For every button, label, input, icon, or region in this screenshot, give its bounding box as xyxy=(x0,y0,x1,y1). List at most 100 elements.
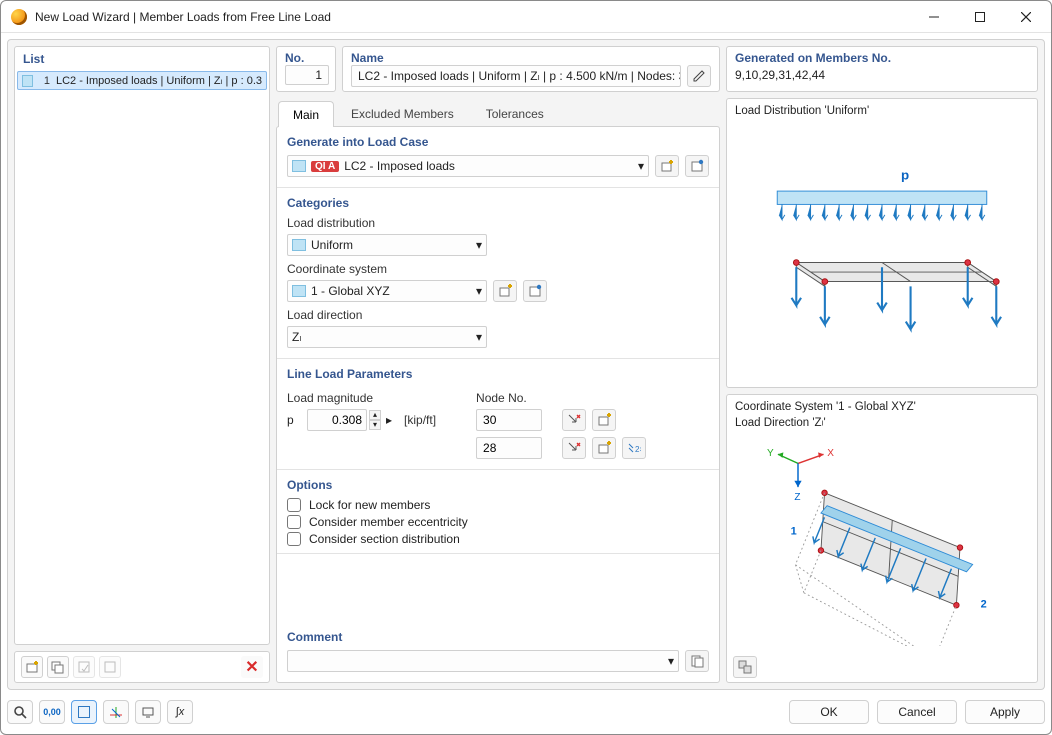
preview-p-label: p xyxy=(901,167,909,182)
section-parameters: Line Load Parameters Load magnitude p xyxy=(277,359,719,470)
svg-text:2×: 2× xyxy=(635,445,641,454)
preview-tools xyxy=(727,652,1037,682)
maximize-button[interactable] xyxy=(957,1,1003,33)
preview-coord-canvas[interactable]: X Y Z xyxy=(727,431,1037,653)
node2-multi-button[interactable]: 2× xyxy=(622,437,646,459)
list-item[interactable]: 1 LC2 - Imposed loads | Uniform | Zₗ | p… xyxy=(17,71,267,90)
chevron-down-icon: ▾ xyxy=(638,159,644,173)
footer-tool-fx[interactable]: ∫x xyxy=(167,700,193,724)
footer-tool-view[interactable] xyxy=(71,700,97,724)
new-coord-button[interactable] xyxy=(493,280,517,302)
axis-z-label: Z xyxy=(794,492,800,503)
load-case-value: LC2 - Imposed loads xyxy=(344,159,634,173)
close-button[interactable] xyxy=(1003,1,1049,33)
no-label: No. xyxy=(277,47,335,65)
name-box: Name LC2 - Imposed loads | Uniform | Zₗ … xyxy=(342,46,720,92)
magnitude-group: Load magnitude p ▴ ▾ xyxy=(287,387,436,465)
load-direction-value: Zₗ xyxy=(292,330,472,344)
p-stepper-extra-icon[interactable]: ▸ xyxy=(386,413,392,427)
checkbox-icon xyxy=(287,498,301,512)
node1-new-button[interactable] xyxy=(592,409,616,431)
tab-panel: Main Excluded Members Tolerances Generat… xyxy=(276,98,720,683)
name-label: Name xyxy=(343,47,719,65)
node1-input[interactable] xyxy=(476,409,542,431)
preview-coord-label1: Coordinate System '1 - Global XYZ' xyxy=(727,395,1037,415)
comment-combo[interactable]: ▾ xyxy=(287,650,679,672)
apply-button[interactable]: Apply xyxy=(965,700,1045,724)
minimize-button[interactable] xyxy=(911,1,957,33)
options-header: Options xyxy=(287,478,709,492)
coordinate-system-label: Coordinate system xyxy=(287,262,709,276)
opt-lock-label: Lock for new members xyxy=(309,498,430,512)
comment-header: Comment xyxy=(287,630,709,644)
duplicate-item-button[interactable] xyxy=(47,656,69,678)
list-tool-3-button[interactable] xyxy=(73,656,95,678)
edit-coord-button[interactable] xyxy=(523,280,547,302)
delete-item-button[interactable]: ✕ xyxy=(241,656,263,678)
magnitude-label: Load magnitude xyxy=(287,391,436,405)
footer: 0,00 ∫x OK Cancel Apply xyxy=(7,696,1045,728)
opt-eccentricity[interactable]: Consider member eccentricity xyxy=(287,515,709,529)
axis-x-label: X xyxy=(827,448,834,459)
load-case-swatch xyxy=(292,160,306,172)
node2-pick-button[interactable] xyxy=(562,437,586,459)
preview-point-2: 2 xyxy=(981,599,987,611)
opt-section-distribution[interactable]: Consider section distribution xyxy=(287,532,709,546)
section-categories: Categories Load distribution Uniform ▾ C… xyxy=(277,188,719,359)
edit-name-button[interactable] xyxy=(687,65,711,87)
checkbox-icon xyxy=(287,532,301,546)
list-panel: List 1 LC2 - Imposed loads | Uniform | Z… xyxy=(14,46,270,645)
tab-excluded-members[interactable]: Excluded Members xyxy=(336,100,469,126)
title-bar: New Load Wizard | Member Loads from Free… xyxy=(1,1,1051,33)
tab-tolerances[interactable]: Tolerances xyxy=(471,100,559,126)
footer-tool-axes[interactable] xyxy=(103,700,129,724)
no-value[interactable]: 1 xyxy=(285,65,329,85)
preview-distribution-canvas[interactable]: p xyxy=(727,119,1037,387)
node1-pick-button[interactable] xyxy=(562,409,586,431)
tab-main[interactable]: Main xyxy=(278,101,334,127)
footer-tool-units[interactable]: 0,00 xyxy=(39,700,65,724)
preview-tool-button[interactable] xyxy=(733,656,757,678)
comment-edit-button[interactable] xyxy=(685,650,709,672)
cancel-button[interactable]: Cancel xyxy=(877,700,957,724)
p-stepper-down[interactable]: ▾ xyxy=(369,420,381,430)
node2-input[interactable] xyxy=(476,437,542,459)
coordinate-system-swatch xyxy=(292,285,306,297)
workspace: List 1 LC2 - Imposed loads | Uniform | Z… xyxy=(7,39,1045,690)
app-icon xyxy=(11,9,27,25)
footer-tool-display[interactable] xyxy=(135,700,161,724)
load-distribution-combo[interactable]: Uniform ▾ xyxy=(287,234,487,256)
preview-point-1: 1 xyxy=(791,526,797,538)
p-symbol: p xyxy=(287,413,301,427)
name-value[interactable]: LC2 - Imposed loads | Uniform | Zₗ | p :… xyxy=(351,65,681,87)
load-case-combo[interactable]: QI A LC2 - Imposed loads ▾ xyxy=(287,155,649,177)
new-item-button[interactable] xyxy=(21,656,43,678)
axis-y-label: Y xyxy=(767,448,774,459)
load-distribution-value: Uniform xyxy=(311,238,472,252)
list-body[interactable]: 1 LC2 - Imposed loads | Uniform | Zₗ | p… xyxy=(15,69,269,644)
preview-column: Load Distribution 'Uniform' p xyxy=(726,98,1038,683)
p-value-input[interactable] xyxy=(307,409,367,431)
new-load-case-button[interactable] xyxy=(655,155,679,177)
header-row: No. 1 Name LC2 - Imposed loads | Uniform… xyxy=(276,46,1038,92)
chevron-down-icon: ▾ xyxy=(476,284,482,298)
list-tool-4-button[interactable] xyxy=(99,656,121,678)
tabs: Main Excluded Members Tolerances xyxy=(276,98,720,126)
footer-tool-search[interactable] xyxy=(7,700,33,724)
coordinate-system-combo[interactable]: 1 - Global XYZ ▾ xyxy=(287,280,487,302)
list-item-label: LC2 - Imposed loads | Uniform | Zₗ | p :… xyxy=(56,74,262,87)
preview-coord: Coordinate System '1 - Global XYZ' Load … xyxy=(726,394,1038,684)
left-column: List 1 LC2 - Imposed loads | Uniform | Z… xyxy=(14,46,270,683)
preview-coord-label2: Load Direction 'Zₗ' xyxy=(727,415,1037,431)
delete-icon: ✕ xyxy=(245,657,258,677)
load-case-header: Generate into Load Case xyxy=(287,135,709,149)
opt-lock[interactable]: Lock for new members xyxy=(287,498,709,512)
node2-new-button[interactable] xyxy=(592,437,616,459)
p-stepper-up[interactable]: ▴ xyxy=(369,410,381,420)
edit-load-case-button[interactable] xyxy=(685,155,709,177)
ok-button[interactable]: OK xyxy=(789,700,869,724)
checkbox-icon xyxy=(287,515,301,529)
p-value-stepper[interactable]: ▴ ▾ ▸ xyxy=(307,409,392,431)
section-options: Options Lock for new members Consider me… xyxy=(277,470,719,554)
load-direction-combo[interactable]: Zₗ ▾ xyxy=(287,326,487,348)
